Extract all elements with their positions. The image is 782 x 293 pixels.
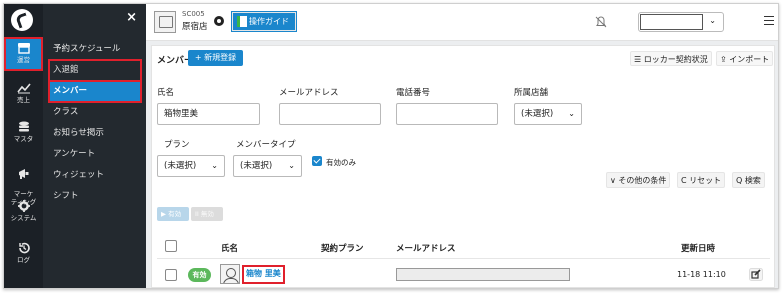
status-badge: 有効 (188, 268, 211, 282)
chevron-down-icon: ⌄ (211, 161, 218, 170)
active-only-label: 有効のみ (326, 158, 356, 167)
rail-item-label: マスタ (13, 135, 34, 143)
member-name-link[interactable]: 箱物 里美 (242, 265, 285, 284)
rail-item-sales[interactable]: 売上 (4, 82, 43, 108)
member-type-label: メンバータイプ (236, 140, 296, 150)
other-conditions-button[interactable]: ∨ その他の条件 (606, 172, 671, 188)
chevron-down-icon: ⌄ (288, 161, 295, 170)
shop-settings-gear-icon[interactable] (214, 16, 224, 26)
rail-item-label: 運営 (17, 56, 30, 64)
menu-item-widgets[interactable]: ウィジェット (49, 165, 141, 186)
search-button[interactable]: Q 検索 (732, 172, 765, 188)
rail-item-operations[interactable]: 運営 (4, 37, 43, 71)
store-select-value (640, 14, 703, 30)
history-icon (18, 242, 30, 254)
chevron-down-icon: ⌄ (709, 16, 716, 25)
menu-item-surveys[interactable]: アンケート (49, 144, 141, 165)
column-header-updated[interactable]: 更新日時 (681, 242, 715, 254)
updated-at: 11-18 11:10 (677, 270, 726, 279)
rail-item-system[interactable]: システム (4, 200, 43, 226)
plan-select[interactable]: (未選択) ⌄ (157, 155, 225, 177)
plan-select-value: (未選択) (164, 161, 197, 171)
database-icon (18, 121, 29, 132)
rail-item-label: システム (10, 214, 37, 222)
sub-menu: × 予約スケジュール 入退館 メンバー クラス お知らせ掲示 アンケート ウィジ… (43, 4, 146, 288)
menu-item-classes[interactable]: クラス (49, 102, 141, 123)
close-icon[interactable]: × (126, 10, 137, 25)
main-area: メンバー + 新規登録 ☰ ロッカー契約状況 ⇪ インポート 氏名 箱物里美 メ… (146, 41, 778, 288)
shop-name: 原宿店 (182, 22, 208, 32)
column-header-email[interactable]: メールアドレス (396, 242, 456, 254)
plan-label: プラン (164, 140, 190, 150)
shop-avatar[interactable] (154, 11, 176, 33)
member-type-select-value: (未選択) (240, 161, 273, 171)
member-panel: メンバー + 新規登録 ☰ ロッカー契約状況 ⇪ インポート 氏名 箱物里美 メ… (151, 45, 775, 288)
hamburger-menu-icon[interactable] (764, 16, 774, 25)
store-select[interactable]: ⌄ (638, 12, 724, 32)
rail-item-marketing[interactable]: マーケ ティング (4, 160, 43, 206)
menu-item-notices[interactable]: お知らせ掲示 (49, 123, 141, 144)
operation-guide-button[interactable]: 操作ガイド (231, 11, 297, 32)
rail-item-master[interactable]: マスタ (4, 121, 43, 147)
email-input[interactable] (279, 103, 381, 125)
store-icon (17, 43, 30, 54)
store-label: 所属店舗 (514, 88, 549, 98)
notification-muted-icon[interactable] (594, 15, 608, 29)
store-select[interactable]: (未選択) ⌄ (514, 103, 582, 125)
email-label: メールアドレス (279, 88, 339, 98)
edit-icon[interactable] (749, 268, 763, 281)
menu-item-entry-exit[interactable]: 入退館 (48, 59, 142, 82)
chevron-down-icon: ⌄ (568, 109, 575, 118)
member-type-select[interactable]: (未選択) ⌄ (233, 155, 302, 177)
app-logo-icon[interactable] (11, 9, 33, 31)
top-bar: SC005 原宿店 操作ガイド ⌄ (146, 4, 778, 41)
rail-item-label: 売上 (17, 96, 30, 104)
menu-item-reservation-schedule[interactable]: 予約スケジュール (49, 39, 141, 60)
name-input[interactable]: 箱物里美 (157, 103, 260, 125)
column-header-plan[interactable]: 契約プラン (321, 242, 364, 254)
menu-item-shifts[interactable]: シフト (49, 186, 141, 207)
app-window: 運営 売上 マスタ マーケ ティング システム ログ × 予約スケジュール 入退… (3, 3, 779, 289)
reset-button[interactable]: C リセット (677, 172, 726, 188)
chart-line-icon (16, 83, 31, 94)
shop-code: SC005 (182, 10, 205, 18)
rail-item-label: ログ (17, 256, 30, 264)
new-member-button[interactable]: + 新規登録 (188, 50, 243, 66)
activate-button[interactable]: ▶ 有効 (157, 207, 189, 221)
active-only-checkbox[interactable] (312, 156, 322, 166)
member-email (396, 268, 570, 281)
select-all-checkbox[interactable] (165, 240, 177, 252)
column-header-name[interactable]: 氏名 (221, 242, 238, 254)
import-button[interactable]: ⇪ インポート (716, 51, 774, 66)
deactivate-button[interactable]: II 無効 (191, 207, 223, 221)
locker-contract-status-button[interactable]: ☰ ロッカー契約状況 (630, 51, 712, 66)
phone-input[interactable] (396, 103, 498, 125)
phone-label: 電話番号 (396, 88, 431, 98)
guide-label: 操作ガイド (249, 17, 289, 26)
icon-rail: 運営 売上 マスタ マーケ ティング システム ログ (4, 4, 43, 288)
store-select-value: (未選択) (521, 109, 554, 119)
row-checkbox[interactable] (165, 269, 177, 281)
header-divider (157, 258, 770, 259)
name-label: 氏名 (157, 88, 175, 98)
menu-item-members[interactable]: メンバー (48, 80, 142, 103)
rail-item-log[interactable]: ログ (4, 242, 43, 268)
book-icon (237, 16, 247, 27)
megaphone-icon (18, 169, 28, 179)
member-avatar (220, 264, 240, 284)
gear-icon (17, 200, 30, 212)
